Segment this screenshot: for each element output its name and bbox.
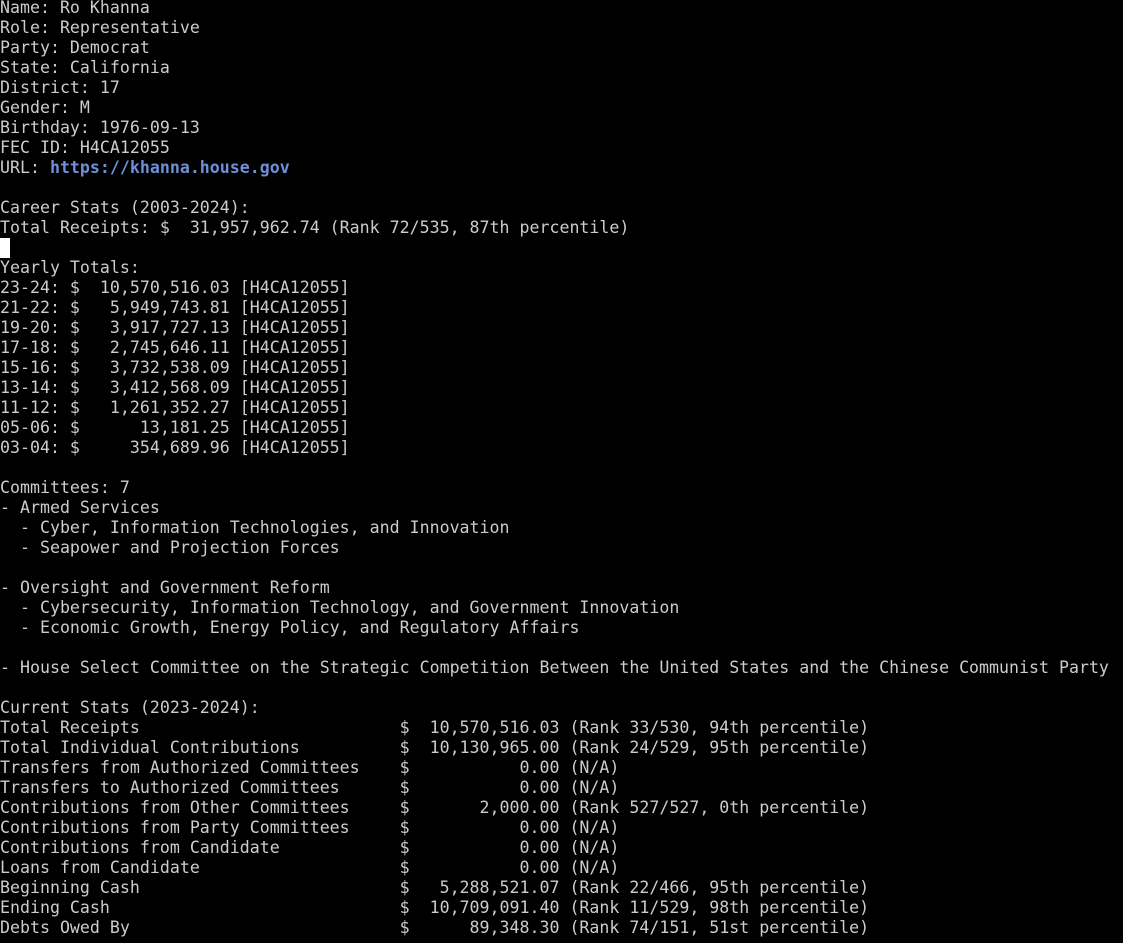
current-stat-row: Contributions from Candidate $ 0.00 (N/A… [0,838,620,857]
cursor-line [0,238,1123,258]
current-stat-row: Loans from Candidate $ 0.00 (N/A) [0,858,620,877]
current-stat-row: Contributions from Party Committees $ 0.… [0,818,620,837]
party-line: Party: Democrat [0,38,150,57]
current-stats-list: Total Receipts $ 10,570,516.03 (Rank 33/… [0,718,1123,938]
current-stat-row: Total Individual Contributions $ 10,130,… [0,738,870,757]
committee-item: - Oversight and Government Reform [0,578,330,597]
gender-line: Gender: M [0,98,90,117]
current-stat-row: Transfers to Authorized Committees $ 0.0… [0,778,620,797]
yearly-total-row: 21-22: $ 5,949,743.81 [H4CA12055] [0,298,350,317]
terminal-window[interactable]: Name: Ro Khanna Role: Representative Par… [0,0,1123,943]
current-stat-row: Contributions from Other Committees $ 2,… [0,798,870,817]
committee-item: - Armed Services [0,498,160,517]
yearly-total-row: 03-04: $ 354,689.96 [H4CA12055] [0,438,350,457]
role-line: Role: Representative [0,18,200,37]
committee-item: - House Select Committee on the Strategi… [0,658,1109,677]
current-stat-row: Total Receipts $ 10,570,516.03 (Rank 33/… [0,718,870,737]
yearly-total-row: 13-14: $ 3,412,568.09 [H4CA12055] [0,378,350,397]
current-stat-row: Ending Cash $ 10,709,091.40 (Rank 11/529… [0,898,870,917]
current-stat-row: Transfers from Authorized Committees $ 0… [0,758,620,777]
state-line: State: California [0,58,170,77]
subcommittee-item: - Cyber, Information Technologies, and I… [0,518,510,537]
district-line: District: 17 [0,78,120,97]
yearly-total-row: 11-12: $ 1,261,352.27 [H4CA12055] [0,398,350,417]
yearly-total-row: 15-16: $ 3,732,538.09 [H4CA12055] [0,358,350,377]
yearly-total-row: 19-20: $ 3,917,727.13 [H4CA12055] [0,318,350,337]
yearly-total-row: 17-18: $ 2,745,646.11 [H4CA12055] [0,338,350,357]
fec-id-line: FEC ID: H4CA12055 [0,138,170,157]
terminal-cursor [0,238,10,258]
subcommittee-item: - Seapower and Projection Forces [0,538,340,557]
yearly-total-row: 23-24: $ 10,570,516.03 [H4CA12055] [0,278,350,297]
current-stat-row: Debts Owed By $ 89,348.30 (Rank 74/151, … [0,918,870,937]
url-label: URL: [0,158,50,177]
current-stat-row: Beginning Cash $ 5,288,521.07 (Rank 22/4… [0,878,870,897]
subcommittee-item: - Economic Growth, Energy Policy, and Re… [0,618,580,637]
birthday-line: Birthday: 1976-09-13 [0,118,200,137]
url-link[interactable]: https://khanna.house.gov [50,158,290,177]
committees-list: - Armed Services - Cyber, Information Te… [0,498,1123,678]
career-stats-header: Career Stats (2003-2024): [0,198,250,217]
url-line: URL: https://khanna.house.gov [0,158,1123,178]
yearly-total-row: 05-06: $ 13,181.25 [H4CA12055] [0,418,350,437]
yearly-totals-list: 23-24: $ 10,570,516.03 [H4CA12055] 21-22:… [0,278,1123,458]
name-line: Name: Ro Khanna [0,0,150,17]
career-total-receipts: Total Receipts: $ 31,957,962.74 (Rank 72… [0,218,630,237]
subcommittee-item: - Cybersecurity, Information Technology,… [0,598,680,617]
current-stats-header: Current Stats (2023-2024): [0,698,260,717]
committees-header: Committees: 7 [0,478,130,497]
yearly-totals-header: Yearly Totals: [0,258,140,277]
